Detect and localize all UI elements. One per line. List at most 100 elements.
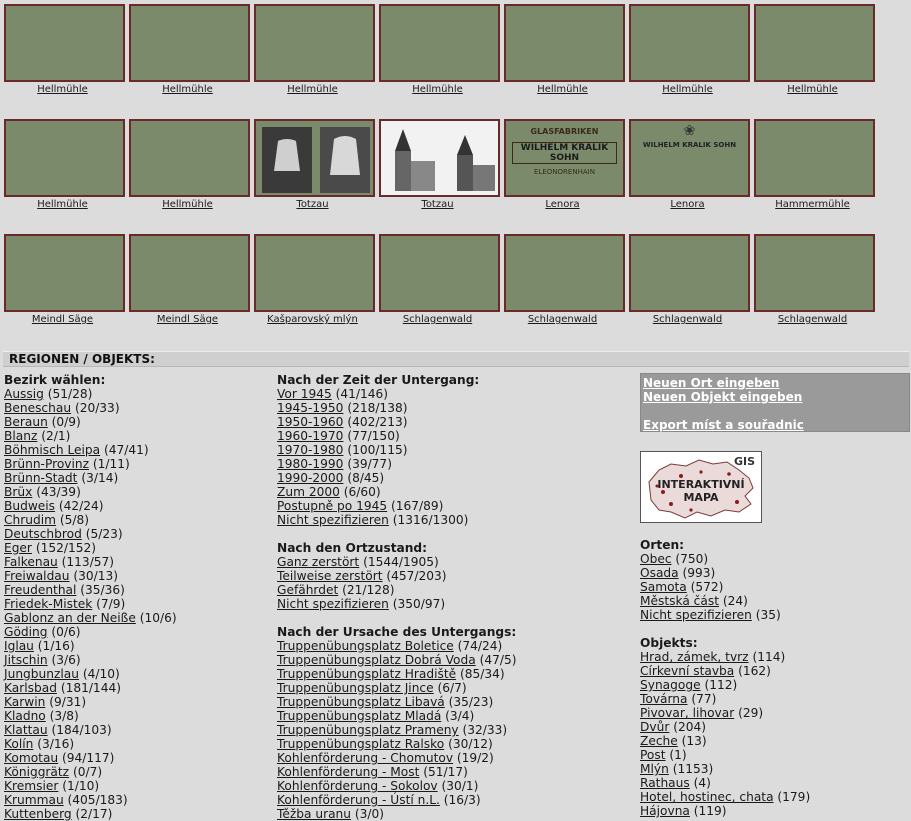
objekts-link[interactable]: Zeche xyxy=(640,734,678,748)
ursache-link[interactable]: Truppenübungsplatz Libavá xyxy=(277,695,445,709)
thumbnail-image[interactable] xyxy=(379,234,500,312)
thumbnail-caption-link[interactable]: Hellmühle xyxy=(250,84,375,95)
zustand-link[interactable]: Nicht spezifizieren xyxy=(277,597,389,611)
bezirk-link[interactable]: Kremsier xyxy=(4,779,58,793)
thumbnail-caption-link[interactable]: Totzau xyxy=(250,199,375,210)
gallery-thumbnail[interactable]: Schlagenwald xyxy=(750,230,875,328)
gallery-thumbnail[interactable]: Meindl Säge xyxy=(0,230,125,328)
bezirk-link[interactable]: Königgrätz xyxy=(4,765,69,779)
thumbnail-image[interactable] xyxy=(254,119,375,197)
thumbnail-caption-link[interactable]: Schlagenwald xyxy=(750,314,875,325)
objekts-link[interactable]: Hrad, zámek, tvrz xyxy=(640,650,749,664)
thumbnail-image[interactable] xyxy=(629,234,750,312)
ursache-link[interactable]: Truppenübungsplatz Boletice xyxy=(277,639,454,653)
gallery-thumbnail[interactable]: Hellmühle xyxy=(0,0,125,98)
gallery-thumbnail[interactable]: Schlagenwald xyxy=(500,230,625,328)
bezirk-link[interactable]: Krummau xyxy=(4,793,64,807)
ursache-link[interactable]: Kohlenförderung - Sokolov xyxy=(277,779,438,793)
objekts-link[interactable]: Post xyxy=(640,748,666,762)
thumbnail-caption-link[interactable]: Hellmühle xyxy=(500,84,625,95)
bezirk-link[interactable]: Jitschin xyxy=(4,653,48,667)
ursache-link[interactable]: Truppenübungsplatz Prameny xyxy=(277,723,459,737)
bezirk-link[interactable]: Brüx xyxy=(4,485,32,499)
gallery-thumbnail[interactable]: Hellmühle xyxy=(375,0,500,98)
thumbnail-image[interactable] xyxy=(379,4,500,82)
thumbnail-caption-link[interactable]: Hammermühle xyxy=(750,199,875,210)
gallery-thumbnail[interactable]: Hellmühle xyxy=(125,0,250,98)
objekts-link[interactable]: Dvůr xyxy=(640,720,669,734)
bezirk-link[interactable]: Freiwaldau xyxy=(4,569,70,583)
bezirk-link[interactable]: Falkenau xyxy=(4,555,58,569)
bezirk-link[interactable]: Jungbunzlau xyxy=(4,667,79,681)
bezirk-link[interactable]: Chrudim xyxy=(4,513,56,527)
bezirk-link[interactable]: Brünn-Provinz xyxy=(4,457,89,471)
thumbnail-image[interactable] xyxy=(754,4,875,82)
thumbnail-image[interactable] xyxy=(754,119,875,197)
orten-link[interactable]: Nicht spezifizieren xyxy=(640,608,752,622)
orten-link[interactable]: Městská část xyxy=(640,594,719,608)
gallery-thumbnail[interactable]: ❀ WILHELM KRALIK SOHN Lenora xyxy=(625,115,750,213)
zeit-link[interactable]: 1990-2000 xyxy=(277,471,343,485)
bezirk-link[interactable]: Freudenthal xyxy=(4,583,76,597)
bezirk-link[interactable]: Aussig xyxy=(4,387,44,401)
bezirk-link[interactable]: Karlsbad xyxy=(4,681,57,695)
bezirk-link[interactable]: Klattau xyxy=(4,723,48,737)
thumbnail-caption-link[interactable]: Hellmühle xyxy=(0,84,125,95)
thumbnail-caption-link[interactable]: Hellmühle xyxy=(0,199,125,210)
gallery-thumbnail[interactable]: Meindl Säge xyxy=(125,230,250,328)
thumbnail-image[interactable] xyxy=(754,234,875,312)
zustand-link[interactable]: Gefährdet xyxy=(277,583,338,597)
bezirk-link[interactable]: Deutschbrod xyxy=(4,527,82,541)
gallery-thumbnail[interactable]: Hellmühle xyxy=(750,0,875,98)
thumbnail-caption-link[interactable]: Schlagenwald xyxy=(375,314,500,325)
zeit-link[interactable]: Vor 1945 xyxy=(277,387,332,401)
thumbnail-caption-link[interactable]: Hellmühle xyxy=(125,84,250,95)
thumbnail-image[interactable] xyxy=(254,4,375,82)
objekts-link[interactable]: Hotel, hostinec, chata xyxy=(640,790,774,804)
zustand-link[interactable]: Ganz zerstört xyxy=(277,555,359,569)
ursache-link[interactable]: Truppenübungsplatz Ralsko xyxy=(277,737,444,751)
objekts-link[interactable]: Pivovar, lihovar xyxy=(640,706,734,720)
thumbnail-image[interactable] xyxy=(129,4,250,82)
objekts-link[interactable]: Církevní stavba xyxy=(640,664,734,678)
objekts-link[interactable]: Hájovna xyxy=(640,804,690,818)
bezirk-link[interactable]: Blanz xyxy=(4,429,37,443)
thumbnail-caption-link[interactable]: Kašparovský mlýn xyxy=(250,314,375,325)
thumbnail-image[interactable]: ❀ WILHELM KRALIK SOHN xyxy=(629,119,750,197)
ursache-link[interactable]: Truppenübungsplatz Mladá xyxy=(277,709,441,723)
bezirk-link[interactable]: Beneschau xyxy=(4,401,71,415)
gallery-thumbnail[interactable]: Schlagenwald xyxy=(375,230,500,328)
ursache-link[interactable]: Truppenübungsplatz Jince xyxy=(277,681,434,695)
thumbnail-image[interactable] xyxy=(4,234,125,312)
bezirk-link[interactable]: Göding xyxy=(4,625,47,639)
thumbnail-image[interactable] xyxy=(379,119,500,197)
gallery-thumbnail[interactable]: Schlagenwald xyxy=(625,230,750,328)
bezirk-link[interactable]: Beraun xyxy=(4,415,48,429)
thumbnail-image[interactable] xyxy=(254,234,375,312)
thumbnail-caption-link[interactable]: Lenora xyxy=(625,199,750,210)
bezirk-link[interactable]: Brünn-Stadt xyxy=(4,471,77,485)
thumbnail-caption-link[interactable]: Meindl Säge xyxy=(0,314,125,325)
thumbnail-caption-link[interactable]: Hellmühle xyxy=(625,84,750,95)
thumbnail-caption-link[interactable]: Hellmühle xyxy=(750,84,875,95)
thumbnail-image[interactable] xyxy=(629,4,750,82)
objekts-link[interactable]: Továrna xyxy=(640,692,688,706)
thumbnail-image[interactable]: GLASFABRIKEN WILHELM KRALIK SOHN ELEONOREN… xyxy=(504,119,625,197)
objekts-link[interactable]: Synagoge xyxy=(640,678,701,692)
bezirk-link[interactable]: Iglau xyxy=(4,639,34,653)
zeit-link[interactable]: 1970-1980 xyxy=(277,443,343,457)
gallery-thumbnail[interactable]: Hammermühle xyxy=(750,115,875,213)
thumbnail-caption-link[interactable]: Schlagenwald xyxy=(625,314,750,325)
export-link[interactable]: Export míst a souřadnic xyxy=(643,418,907,432)
gallery-thumbnail[interactable]: Hellmühle xyxy=(500,0,625,98)
bezirk-link[interactable]: Budweis xyxy=(4,499,55,513)
zeit-link[interactable]: Zum 2000 xyxy=(277,485,340,499)
zeit-link[interactable]: 1945-1950 xyxy=(277,401,343,415)
thumbnail-caption-link[interactable]: Meindl Säge xyxy=(125,314,250,325)
new-object-link[interactable]: Neuen Objekt eingeben xyxy=(643,390,907,404)
zeit-link[interactable]: 1960-1970 xyxy=(277,429,343,443)
gallery-thumbnail[interactable]: Totzau xyxy=(375,115,500,213)
objekts-link[interactable]: Rathaus xyxy=(640,776,690,790)
thumbnail-image[interactable] xyxy=(129,119,250,197)
orten-link[interactable]: Samota xyxy=(640,580,687,594)
